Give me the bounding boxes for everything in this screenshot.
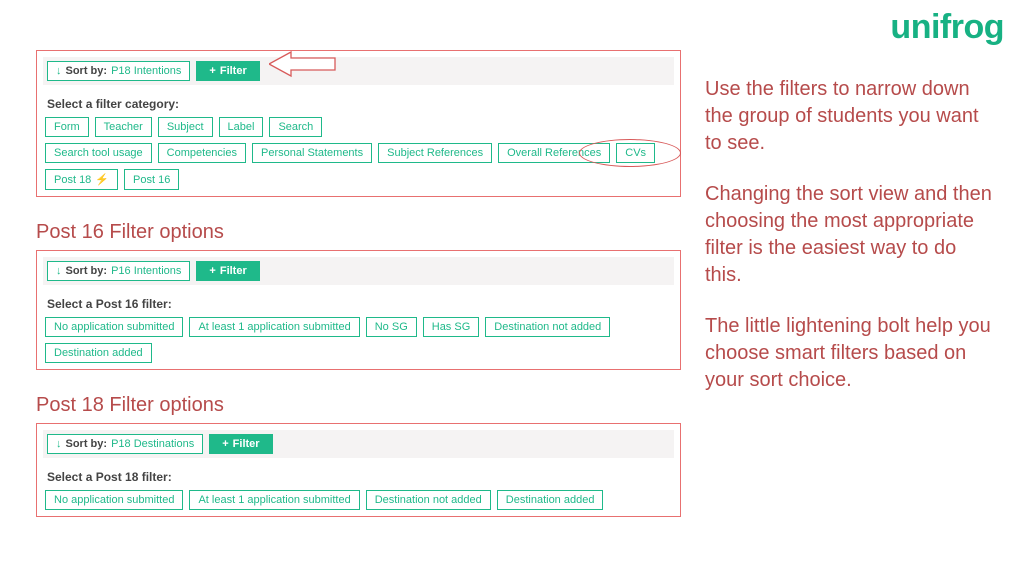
toolbar: ↓ Sort by: P16 Intentions + Filter [43, 257, 674, 285]
filter-button[interactable]: + Filter [196, 61, 259, 81]
filter-category-panel: ↓ Sort by: P18 Intentions + Filter Selec… [36, 50, 681, 197]
sort-by-button[interactable]: ↓ Sort by: P18 Destinations [47, 434, 203, 454]
filter-label: Filter [233, 438, 260, 450]
post18-panel: ↓ Sort by: P18 Destinations + Filter Sel… [36, 423, 681, 517]
explainer-text: Use the filters to narrow down the group… [705, 76, 995, 418]
chip-destination-not-added[interactable]: Destination not added [485, 317, 610, 337]
sort-arrow-icon: ↓ [56, 438, 62, 450]
chip-row: No application submitted At least 1 appl… [43, 317, 674, 363]
chip-cvs[interactable]: CVs [616, 143, 655, 163]
filter-button[interactable]: + Filter [209, 434, 272, 454]
chip-overall-references[interactable]: Overall References [498, 143, 610, 163]
chip-label[interactable]: Label [219, 117, 264, 137]
sort-value: P16 Intentions [111, 265, 181, 277]
sort-label: Sort by: [66, 438, 108, 450]
plus-icon: + [222, 438, 228, 450]
sort-by-button[interactable]: ↓ Sort by: P16 Intentions [47, 261, 190, 281]
toolbar: ↓ Sort by: P18 Intentions + Filter [43, 57, 674, 85]
filter-label: Filter [220, 65, 247, 77]
chip-no-application[interactable]: No application submitted [45, 490, 183, 510]
section-title-post16: Post 16 Filter options [36, 221, 681, 244]
filter-prompt: Select a filter category: [47, 97, 674, 111]
sort-value: P18 Intentions [111, 65, 181, 77]
chip-atleast-1-application[interactable]: At least 1 application submitted [189, 490, 359, 510]
chip-destination-added[interactable]: Destination added [45, 343, 152, 363]
chip-subject[interactable]: Subject [158, 117, 213, 137]
section-title-post18: Post 18 Filter options [36, 394, 681, 417]
chip-post-18[interactable]: Post 18 ⚡ [45, 169, 118, 190]
chip-search[interactable]: Search [269, 117, 322, 137]
chip-subject-references[interactable]: Subject References [378, 143, 492, 163]
chip-form[interactable]: Form [45, 117, 89, 137]
sort-label: Sort by: [66, 65, 108, 77]
explainer-p1: Use the filters to narrow down the group… [705, 76, 995, 157]
chip-no-sg[interactable]: No SG [366, 317, 417, 337]
chip-post-16[interactable]: Post 16 [124, 169, 179, 190]
sort-arrow-icon: ↓ [56, 65, 62, 77]
chip-atleast-1-application[interactable]: At least 1 application submitted [189, 317, 359, 337]
bolt-icon: ⚡ [95, 173, 109, 186]
chip-no-application[interactable]: No application submitted [45, 317, 183, 337]
sort-label: Sort by: [66, 265, 108, 277]
filter-prompt: Select a Post 16 filter: [47, 297, 674, 311]
plus-icon: + [209, 65, 215, 77]
toolbar: ↓ Sort by: P18 Destinations + Filter [43, 430, 674, 458]
chip-row-2: Search tool usage Competencies Personal … [43, 143, 674, 190]
sort-by-button[interactable]: ↓ Sort by: P18 Intentions [47, 61, 190, 81]
sort-value: P18 Destinations [111, 438, 194, 450]
chip-destination-added[interactable]: Destination added [497, 490, 604, 510]
filter-label: Filter [220, 265, 247, 277]
plus-icon: + [209, 265, 215, 277]
brand-logo: unifrog [890, 8, 1004, 47]
chip-teacher[interactable]: Teacher [95, 117, 152, 137]
filter-prompt: Select a Post 18 filter: [47, 470, 674, 484]
chip-destination-not-added[interactable]: Destination not added [366, 490, 491, 510]
post16-panel: ↓ Sort by: P16 Intentions + Filter Selec… [36, 250, 681, 370]
explainer-p3: The little lightening bolt help you choo… [705, 313, 995, 394]
left-column: ↓ Sort by: P18 Intentions + Filter Selec… [36, 50, 681, 517]
chip-has-sg[interactable]: Has SG [423, 317, 480, 337]
chip-row-1: Form Teacher Subject Label Search [43, 117, 674, 137]
sort-arrow-icon: ↓ [56, 265, 62, 277]
pointer-arrow-icon [269, 49, 339, 79]
chip-row: No application submitted At least 1 appl… [43, 490, 674, 510]
explainer-p2: Changing the sort view and then choosing… [705, 181, 995, 289]
chip-search-tool-usage[interactable]: Search tool usage [45, 143, 152, 163]
chip-competencies[interactable]: Competencies [158, 143, 246, 163]
chip-personal-statements[interactable]: Personal Statements [252, 143, 372, 163]
filter-button[interactable]: + Filter [196, 261, 259, 281]
chip-post-18-label: Post 18 [54, 174, 91, 186]
